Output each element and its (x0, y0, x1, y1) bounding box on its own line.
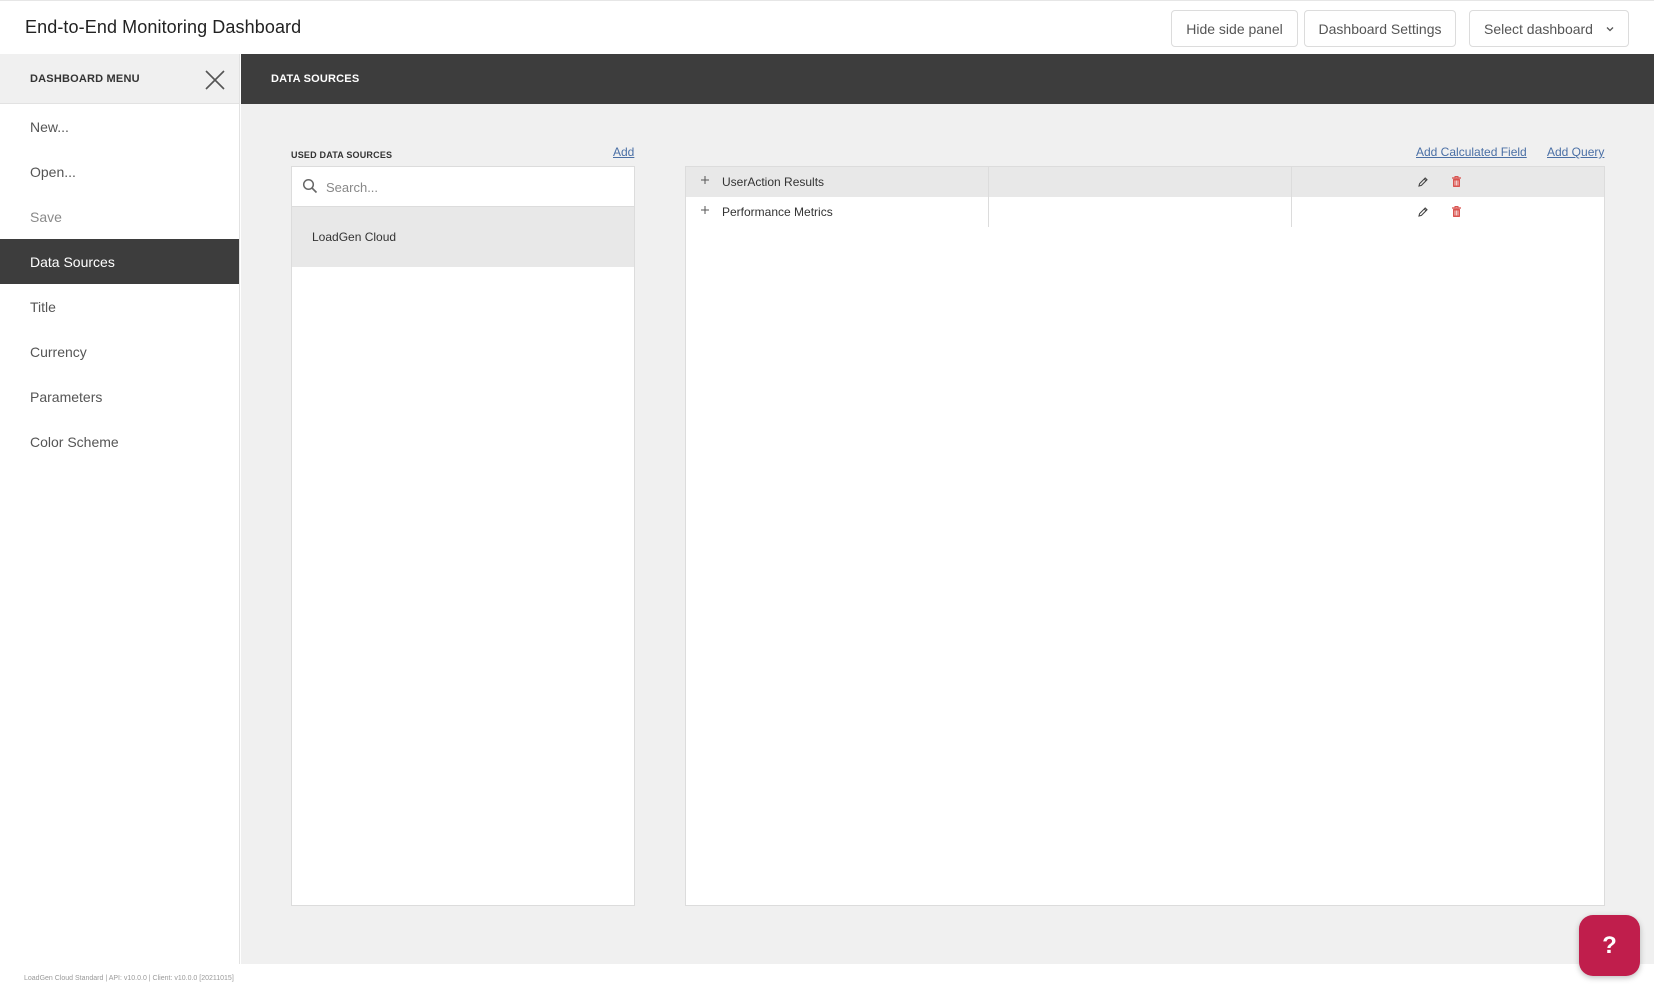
page-title: DATA SOURCES (271, 73, 360, 85)
expand-plus-icon[interactable] (700, 175, 710, 185)
data-source-item[interactable]: LoadGen Cloud (292, 207, 634, 267)
query-cell (989, 167, 1292, 197)
search-input[interactable] (326, 175, 616, 199)
dashboard-settings-button[interactable]: Dashboard Settings (1304, 10, 1456, 47)
data-sources-panel: LoadGen Cloud (291, 166, 635, 906)
pencil-icon[interactable] (1417, 206, 1429, 218)
help-button[interactable]: ? (1579, 915, 1640, 976)
footer: LoadGen Cloud Standard | API: v10.0.0 | … (0, 964, 1654, 994)
sidebar: DASHBOARD MENU New... Open... Save Data … (0, 54, 240, 964)
add-calculated-field-link[interactable]: Add Calculated Field (1416, 145, 1527, 159)
chevron-down-icon (1606, 27, 1614, 32)
search-box (292, 167, 634, 207)
app-title: End-to-End Monitoring Dashboard (25, 17, 302, 37)
content-header: DATA SOURCES (241, 54, 1654, 104)
sidebar-item-color-scheme[interactable]: Color Scheme (0, 419, 239, 464)
expand-plus-icon[interactable] (700, 205, 710, 215)
search-icon (302, 178, 318, 194)
select-dashboard-dropdown[interactable]: Select dashboard (1469, 10, 1629, 47)
top-bar: End-to-End Monitoring Dashboard Hide sid… (0, 0, 1654, 54)
query-actions-cell (1292, 167, 1604, 197)
add-query-link[interactable]: Add Query (1547, 145, 1604, 159)
pencil-icon[interactable] (1417, 176, 1429, 188)
add-data-source-link[interactable]: Add (613, 145, 634, 159)
query-name: UserAction Results (722, 175, 825, 189)
queries-panel: UserAction Results Performance Metrics (685, 166, 1605, 906)
sidebar-item-new[interactable]: New... (0, 104, 239, 149)
sidebar-item-save[interactable]: Save (0, 194, 239, 239)
query-row[interactable]: Performance Metrics (686, 197, 1604, 227)
sidebar-item-parameters[interactable]: Parameters (0, 374, 239, 419)
trash-icon[interactable] (1451, 175, 1462, 188)
close-icon[interactable] (203, 68, 227, 92)
query-name-cell: Performance Metrics (686, 197, 989, 227)
version-text: LoadGen Cloud Standard | API: v10.0.0 | … (24, 975, 234, 982)
sidebar-item-currency[interactable]: Currency (0, 329, 239, 374)
sidebar-item-data-sources[interactable]: Data Sources (0, 239, 239, 284)
query-name-cell: UserAction Results (686, 167, 989, 197)
sidebar-item-open[interactable]: Open... (0, 149, 239, 194)
query-row[interactable]: UserAction Results (686, 167, 1604, 197)
select-dashboard-label: Select dashboard (1484, 20, 1593, 37)
main-content: USED DATA SOURCES Add Add Calculated Fie… (241, 104, 1654, 964)
query-cell (989, 197, 1292, 227)
used-data-sources-label: USED DATA SOURCES (291, 150, 393, 160)
sidebar-item-title[interactable]: Title (0, 284, 239, 329)
hide-side-panel-button[interactable]: Hide side panel (1171, 10, 1298, 47)
query-actions-cell (1292, 197, 1604, 227)
trash-icon[interactable] (1451, 205, 1462, 218)
sidebar-title: DASHBOARD MENU (30, 73, 140, 85)
sidebar-header: DASHBOARD MENU (0, 54, 239, 104)
query-name: Performance Metrics (722, 205, 833, 219)
